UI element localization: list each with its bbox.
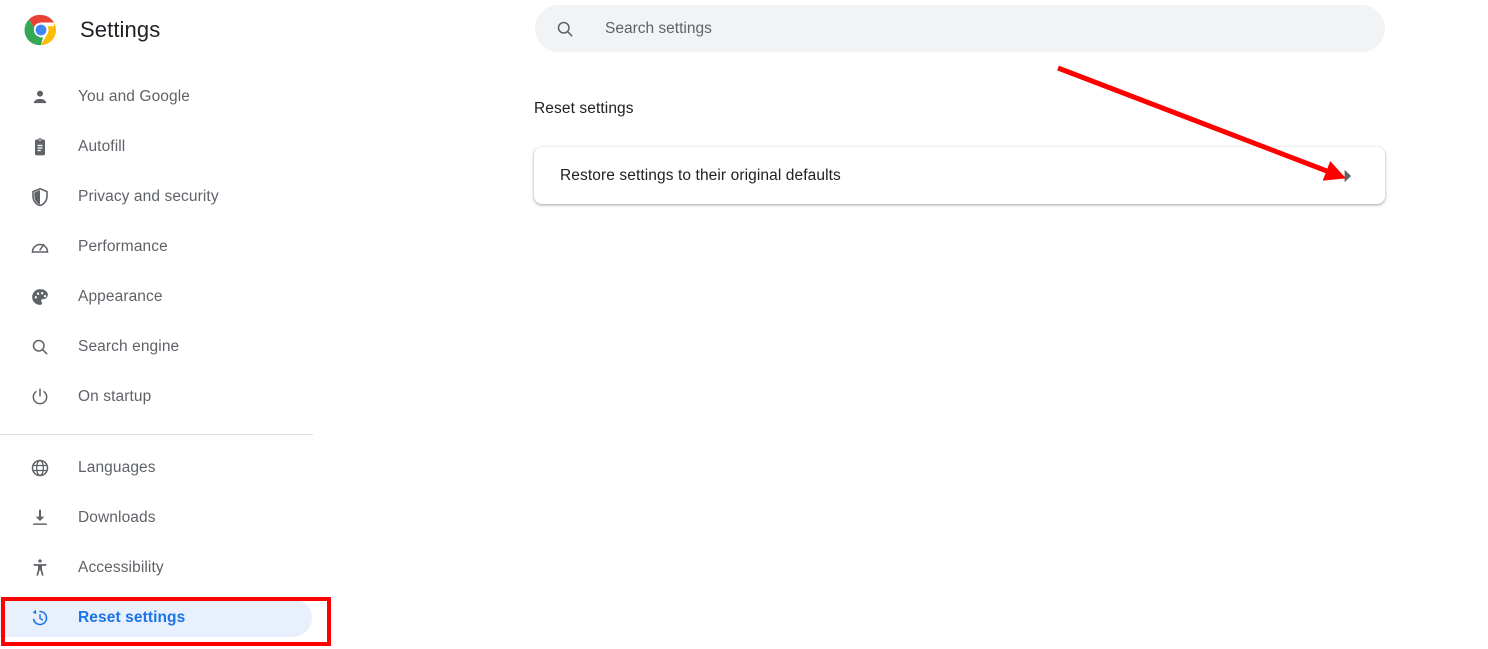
accessibility-icon xyxy=(30,558,50,578)
sidebar-item-privacy-and-security[interactable]: Privacy and security xyxy=(0,178,340,216)
sidebar-item-label: Reset settings xyxy=(78,609,186,626)
search-bar[interactable] xyxy=(535,5,1385,52)
sidebar-item-label: Downloads xyxy=(78,509,156,526)
sidebar-item-you-and-google[interactable]: You and Google xyxy=(0,78,340,116)
search-icon xyxy=(555,19,575,39)
chrome-logo-icon xyxy=(24,14,56,46)
search-icon xyxy=(30,337,50,357)
sidebar-secondary-nav: Languages Downloads Accessibility Reset … xyxy=(0,449,340,649)
person-icon xyxy=(30,87,50,107)
sidebar-item-on-startup[interactable]: On startup xyxy=(0,378,340,416)
speedometer-icon xyxy=(30,237,50,257)
sidebar-item-label: Privacy and security xyxy=(78,188,219,205)
chevron-right-icon[interactable] xyxy=(1343,169,1353,183)
download-icon xyxy=(30,508,50,528)
sidebar-item-reset-settings[interactable]: Reset settings xyxy=(0,599,312,637)
palette-icon xyxy=(30,287,50,307)
sidebar-item-appearance[interactable]: Appearance xyxy=(0,278,340,316)
power-icon xyxy=(30,387,50,407)
section-title: Reset settings xyxy=(534,100,634,117)
page-title: Settings xyxy=(80,17,161,42)
globe-icon xyxy=(30,458,50,478)
restore-history-icon xyxy=(30,608,50,628)
sidebar-item-label: Autofill xyxy=(78,138,126,155)
sidebar-item-label: Appearance xyxy=(78,288,163,305)
sidebar-item-label: Performance xyxy=(78,238,168,255)
sidebar-item-label: Accessibility xyxy=(78,559,164,576)
brand-header: Settings xyxy=(0,0,160,60)
shield-icon xyxy=(30,187,50,207)
sidebar-item-performance[interactable]: Performance xyxy=(0,228,340,266)
restore-defaults-label: Restore settings to their original defau… xyxy=(560,166,841,184)
sidebar-item-downloads[interactable]: Downloads xyxy=(0,499,340,537)
sidebar-primary-nav: You and Google Autofill Privacy and secu… xyxy=(0,78,340,428)
sidebar-item-languages[interactable]: Languages xyxy=(0,449,340,487)
sidebar-divider xyxy=(0,434,313,435)
sidebar-item-label: You and Google xyxy=(78,88,191,105)
sidebar-item-label: Languages xyxy=(78,459,156,476)
sidebar-item-label: Search engine xyxy=(78,338,180,355)
sidebar-item-autofill[interactable]: Autofill xyxy=(0,128,340,166)
sidebar-item-label: On startup xyxy=(78,388,152,405)
sidebar-item-search-engine[interactable]: Search engine xyxy=(0,328,340,366)
search-input[interactable] xyxy=(605,5,1385,52)
clipboard-icon xyxy=(30,137,50,157)
settings-sidebar: Settings You and Google Autofill Privacy… xyxy=(0,0,340,649)
restore-defaults-row[interactable]: Restore settings to their original defau… xyxy=(534,147,1385,204)
settings-main-content: Reset settings Restore settings to their… xyxy=(340,0,1488,649)
sidebar-item-accessibility[interactable]: Accessibility xyxy=(0,549,340,587)
